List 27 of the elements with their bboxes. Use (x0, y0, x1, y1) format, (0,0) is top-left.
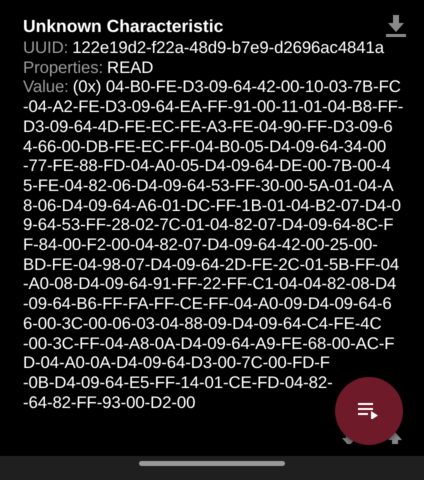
value-text: -09-64-B6-FF-FA-FF-CE-FF-04-A0-09-D4-09-64-6 (23, 294, 392, 314)
value-text: -0B-D4-09-64-E5-FF-14-01-CE-FD-04-82- (23, 372, 333, 392)
value-text: -77-FE-88-FD-04-A0-05-D4-09-64-DE-00-7B-00-4 (23, 156, 391, 176)
value-text: 5-FE-04-82-06-D4-09-64-53-FF-30-00-5A-01-04-A (23, 176, 394, 195)
value-text: F-84-00-F2-00-04-82-07-D4-09-64-42-00-25-00- (23, 235, 378, 254)
home-handle[interactable] (139, 460, 285, 466)
uuid-label: UUID: (23, 38, 68, 57)
value-text: -64-82-FF-93-00-D2-00 (23, 392, 196, 412)
value-text: -04-A2-FE-D3-09-64-EA-FF-91-00-11-01-04-B8-FF- (23, 97, 404, 116)
value-text: (0x) 04-B0-FE-D3-09-64-42-00-10-03-7B-FC (72, 77, 401, 96)
value-text: 4-66-00-DB-FE-EC-FF-04-B0-05-D4-09-64-34-00 (23, 136, 386, 156)
properties-label: Properties: (23, 58, 104, 77)
download-icon[interactable] (386, 15, 406, 37)
properties-value: READ (107, 58, 154, 77)
value-text: D-04-A0-0A-D4-09-64-D3-00-7C-00-FD-F (23, 353, 330, 372)
value-text: 9-64-53-FF-28-02-7C-01-04-82-07-D4-09-64-8C-F (23, 215, 394, 234)
value-text: BD-FE-04-98-07-D4-09-64-2D-FE-2C-01-5B-FF-04 (23, 254, 400, 274)
value-text: D3-09-64-4D-FE-EC-FE-A3-FE-04-90-FF-D3-09-6 (23, 116, 393, 136)
characteristic-title: Unknown Characteristic (23, 16, 224, 36)
queue-icon (358, 403, 380, 419)
uuid-value: 122e19d2-f22a-48d9-b7e9-d2696ac4841a (72, 38, 384, 57)
value-label: Value: (23, 77, 69, 96)
value-text: 6-00-3C-00-06-03-04-88-09-D4-09-64-C4-FE-4C (23, 314, 382, 333)
value-text: -A0-08-D4-09-64-91-FF-22-FF-C1-04-04-82-08-D4 (23, 274, 396, 294)
value-text: -00-3C-FF-04-A8-0A-D4-09-64-A9-FE-68-00-AC-F (23, 334, 394, 353)
upload-icon[interactable] (388, 432, 402, 444)
value-text: 8-06-D4-09-64-A6-01-DC-FF-1B-01-04-B2-07-D4-0 (23, 196, 401, 215)
